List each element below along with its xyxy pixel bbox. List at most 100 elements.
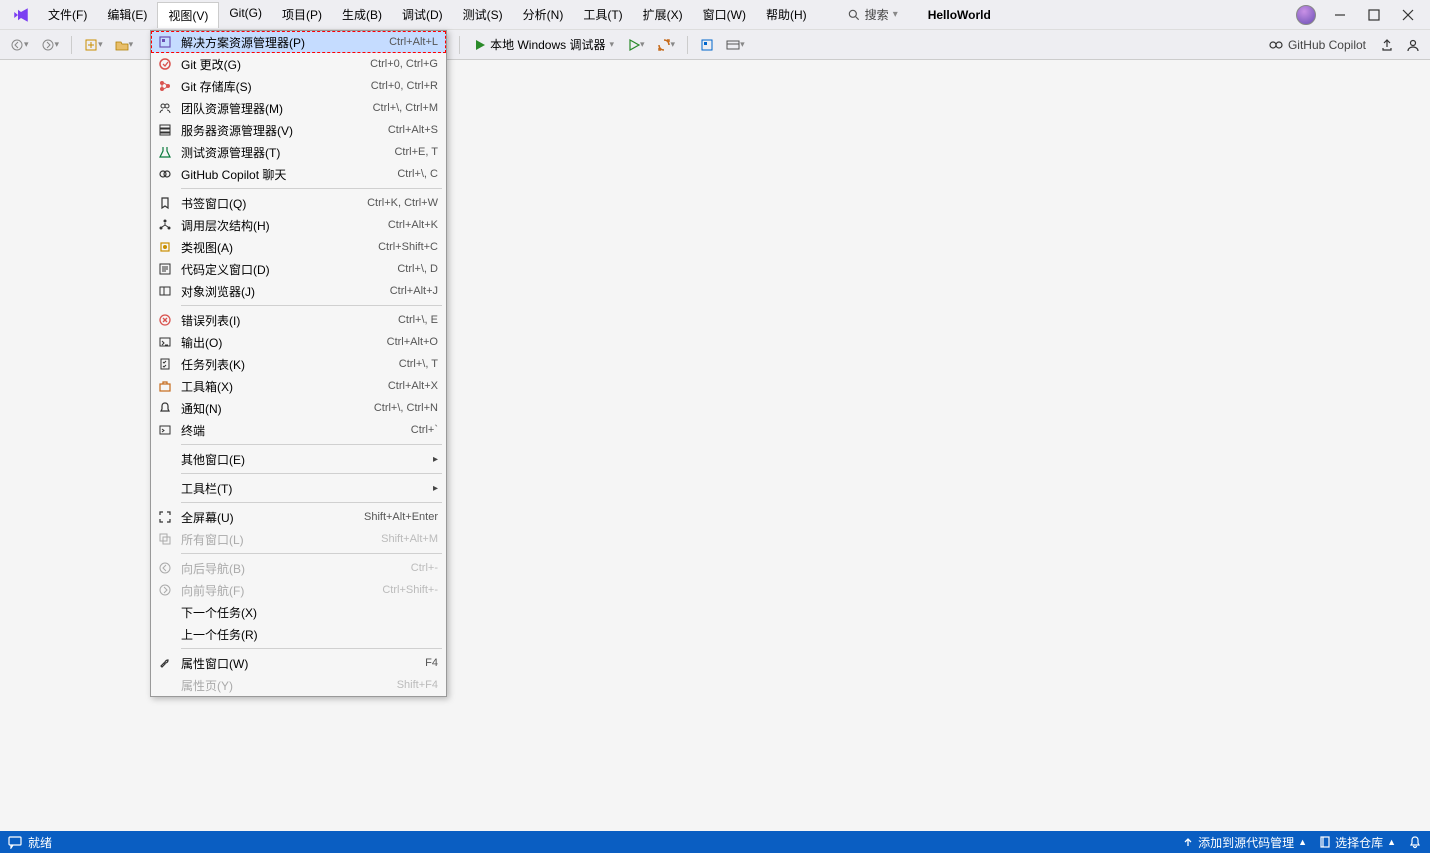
hot-reload-button[interactable]: ▾	[653, 36, 680, 54]
debug-target[interactable]: 本地 Windows 调试器 ▾	[468, 34, 620, 55]
menu-item-shortcut: F4	[425, 657, 438, 669]
menu-工具[interactable]: 工具(T)	[573, 2, 632, 28]
menu-item-所有窗口: 所有窗口(L)Shift+Alt+M	[151, 528, 446, 550]
menu-item-属性页: 属性页(Y)Shift+F4	[151, 674, 446, 696]
codedef-icon	[155, 261, 175, 277]
menu-item-shortcut: Ctrl+\, E	[398, 314, 438, 326]
wrench-icon	[155, 655, 175, 671]
chevron-down-icon: ▾	[893, 9, 898, 20]
avatar[interactable]	[1296, 5, 1316, 25]
menu-item-调用层次结构[interactable]: 调用层次结构(H)Ctrl+Alt+K	[151, 214, 446, 236]
menu-item-下一个任务[interactable]: 下一个任务(X)	[151, 601, 446, 623]
maximize-button[interactable]	[1364, 5, 1384, 25]
blank-icon	[155, 626, 175, 642]
git-repo-icon	[155, 78, 175, 94]
menu-item-解决方案资源管理器[interactable]: 解决方案资源管理器(P)Ctrl+Alt+L	[151, 31, 446, 53]
new-item-button[interactable]: ▾	[80, 36, 107, 54]
error-icon	[155, 312, 175, 328]
class-icon	[155, 239, 175, 255]
menu-item-其他窗口[interactable]: 其他窗口(E)▸	[151, 448, 446, 470]
feedback-icon[interactable]	[8, 835, 22, 849]
menu-item-上一个任务[interactable]: 上一个任务(R)	[151, 623, 446, 645]
debug-target-label: 本地 Windows 调试器	[490, 36, 605, 53]
menu-separator	[181, 188, 442, 189]
close-button[interactable]	[1398, 5, 1418, 25]
menu-item-label: 上一个任务(R)	[181, 626, 426, 643]
menu-item-代码定义窗口[interactable]: 代码定义窗口(D)Ctrl+\, D	[151, 258, 446, 280]
menu-item-输出[interactable]: 输出(O)Ctrl+Alt+O	[151, 331, 446, 353]
search-label: 搜索	[865, 6, 889, 23]
menu-item-shortcut: Ctrl+0, Ctrl+G	[370, 58, 438, 70]
add-source-label: 添加到源代码管理	[1198, 834, 1294, 851]
back-icon	[155, 560, 175, 576]
menu-item-类视图[interactable]: 类视图(A)Ctrl+Shift+C	[151, 236, 446, 258]
menu-item-label: 测试资源管理器(T)	[181, 144, 382, 161]
menu-item-对象浏览器[interactable]: 对象浏览器(J)Ctrl+Alt+J	[151, 280, 446, 302]
menu-编辑[interactable]: 编辑(E)	[97, 2, 157, 28]
search-box[interactable]: 搜索 ▾	[847, 6, 898, 23]
menu-item-shortcut: Ctrl+K, Ctrl+W	[367, 197, 438, 209]
menu-分析[interactable]: 分析(N)	[513, 2, 574, 28]
add-source-control-button[interactable]: 添加到源代码管理 ▲	[1182, 834, 1307, 851]
menu-item-label: 解决方案资源管理器(P)	[181, 34, 377, 51]
menu-item-任务列表[interactable]: 任务列表(K)Ctrl+\, T	[151, 353, 446, 375]
menu-测试[interactable]: 测试(S)	[453, 2, 513, 28]
menu-item-测试资源管理器[interactable]: 测试资源管理器(T)Ctrl+E, T	[151, 141, 446, 163]
server-icon	[155, 122, 175, 138]
menu-item-Git 存储库[interactable]: Git 存储库(S)Ctrl+0, Ctrl+R	[151, 75, 446, 97]
status-ready: 就绪	[28, 834, 52, 851]
menu-item-通知[interactable]: 通知(N)Ctrl+\, Ctrl+N	[151, 397, 446, 419]
nav-back-button[interactable]: ▾	[6, 36, 33, 54]
menu-item-label: 终端	[181, 422, 399, 439]
menu-item-工具箱[interactable]: 工具箱(X)Ctrl+Alt+X	[151, 375, 446, 397]
account-settings-button[interactable]	[1402, 36, 1424, 54]
menu-item-终端[interactable]: 终端Ctrl+`	[151, 419, 446, 441]
notifications-icon[interactable]	[1408, 835, 1422, 849]
menu-item-属性窗口[interactable]: 属性窗口(W)F4	[151, 652, 446, 674]
blank-icon	[155, 451, 175, 467]
share-button[interactable]	[1376, 36, 1398, 54]
menu-item-shortcut: Ctrl+0, Ctrl+R	[371, 80, 438, 92]
menu-窗口[interactable]: 窗口(W)	[693, 2, 756, 28]
menu-Git[interactable]: Git(G)	[219, 2, 272, 28]
menu-item-label: 任务列表(K)	[181, 356, 387, 373]
toolbar-icon-1[interactable]	[696, 36, 718, 54]
menu-item-工具栏[interactable]: 工具栏(T)▸	[151, 477, 446, 499]
menu-item-错误列表[interactable]: 错误列表(I)Ctrl+\, E	[151, 309, 446, 331]
menu-separator	[181, 473, 442, 474]
menu-item-label: 其他窗口(E)	[181, 451, 426, 468]
toolbar-icon-2[interactable]: ▾	[722, 36, 749, 54]
menu-项目[interactable]: 项目(P)	[272, 2, 332, 28]
menu-item-label: 向前导航(F)	[181, 582, 370, 599]
menu-item-Git 更改[interactable]: Git 更改(G)Ctrl+0, Ctrl+G	[151, 53, 446, 75]
bell-icon	[155, 400, 175, 416]
menu-item-全屏幕[interactable]: 全屏幕(U)Shift+Alt+Enter	[151, 506, 446, 528]
menu-item-label: 向后导航(B)	[181, 560, 399, 577]
menu-item-服务器资源管理器[interactable]: 服务器资源管理器(V)Ctrl+Alt+S	[151, 119, 446, 141]
menu-item-shortcut: Ctrl+\, Ctrl+M	[373, 102, 438, 114]
nav-forward-button[interactable]: ▾	[37, 36, 64, 54]
task-icon	[155, 356, 175, 372]
menu-item-书签窗口[interactable]: 书签窗口(Q) Ctrl+K, Ctrl+W	[151, 192, 446, 214]
menu-文件[interactable]: 文件(F)	[38, 2, 97, 28]
menu-item-shortcut: Ctrl+Shift+C	[378, 241, 438, 253]
open-button[interactable]: ▾	[111, 36, 138, 54]
copilot-button[interactable]: GitHub Copilot	[1262, 35, 1372, 55]
select-repo-button[interactable]: 选择仓库 ▲	[1319, 834, 1396, 851]
menu-item-GitHub Copilot 聊天[interactable]: GitHub Copilot 聊天Ctrl+\, C	[151, 163, 446, 185]
menu-item-label: 通知(N)	[181, 400, 362, 417]
start-nodebug-button[interactable]: ▾	[624, 37, 649, 53]
menu-帮助[interactable]: 帮助(H)	[756, 2, 817, 28]
copilot-label: GitHub Copilot	[1288, 38, 1366, 52]
menu-视图[interactable]: 视图(V)	[157, 2, 219, 28]
menu-item-团队资源管理器[interactable]: 团队资源管理器(M)Ctrl+\, Ctrl+M	[151, 97, 446, 119]
minimize-button[interactable]	[1330, 5, 1350, 25]
search-icon	[847, 8, 861, 22]
menu-item-label: 书签窗口(Q)	[181, 195, 355, 212]
menu-item-label: 下一个任务(X)	[181, 604, 426, 621]
menu-item-shortcut: Ctrl+\, D	[397, 263, 438, 275]
upload-icon	[1182, 836, 1194, 848]
menu-调试[interactable]: 调试(D)	[392, 2, 453, 28]
menu-扩展[interactable]: 扩展(X)	[633, 2, 693, 28]
menu-生成[interactable]: 生成(B)	[332, 2, 392, 28]
